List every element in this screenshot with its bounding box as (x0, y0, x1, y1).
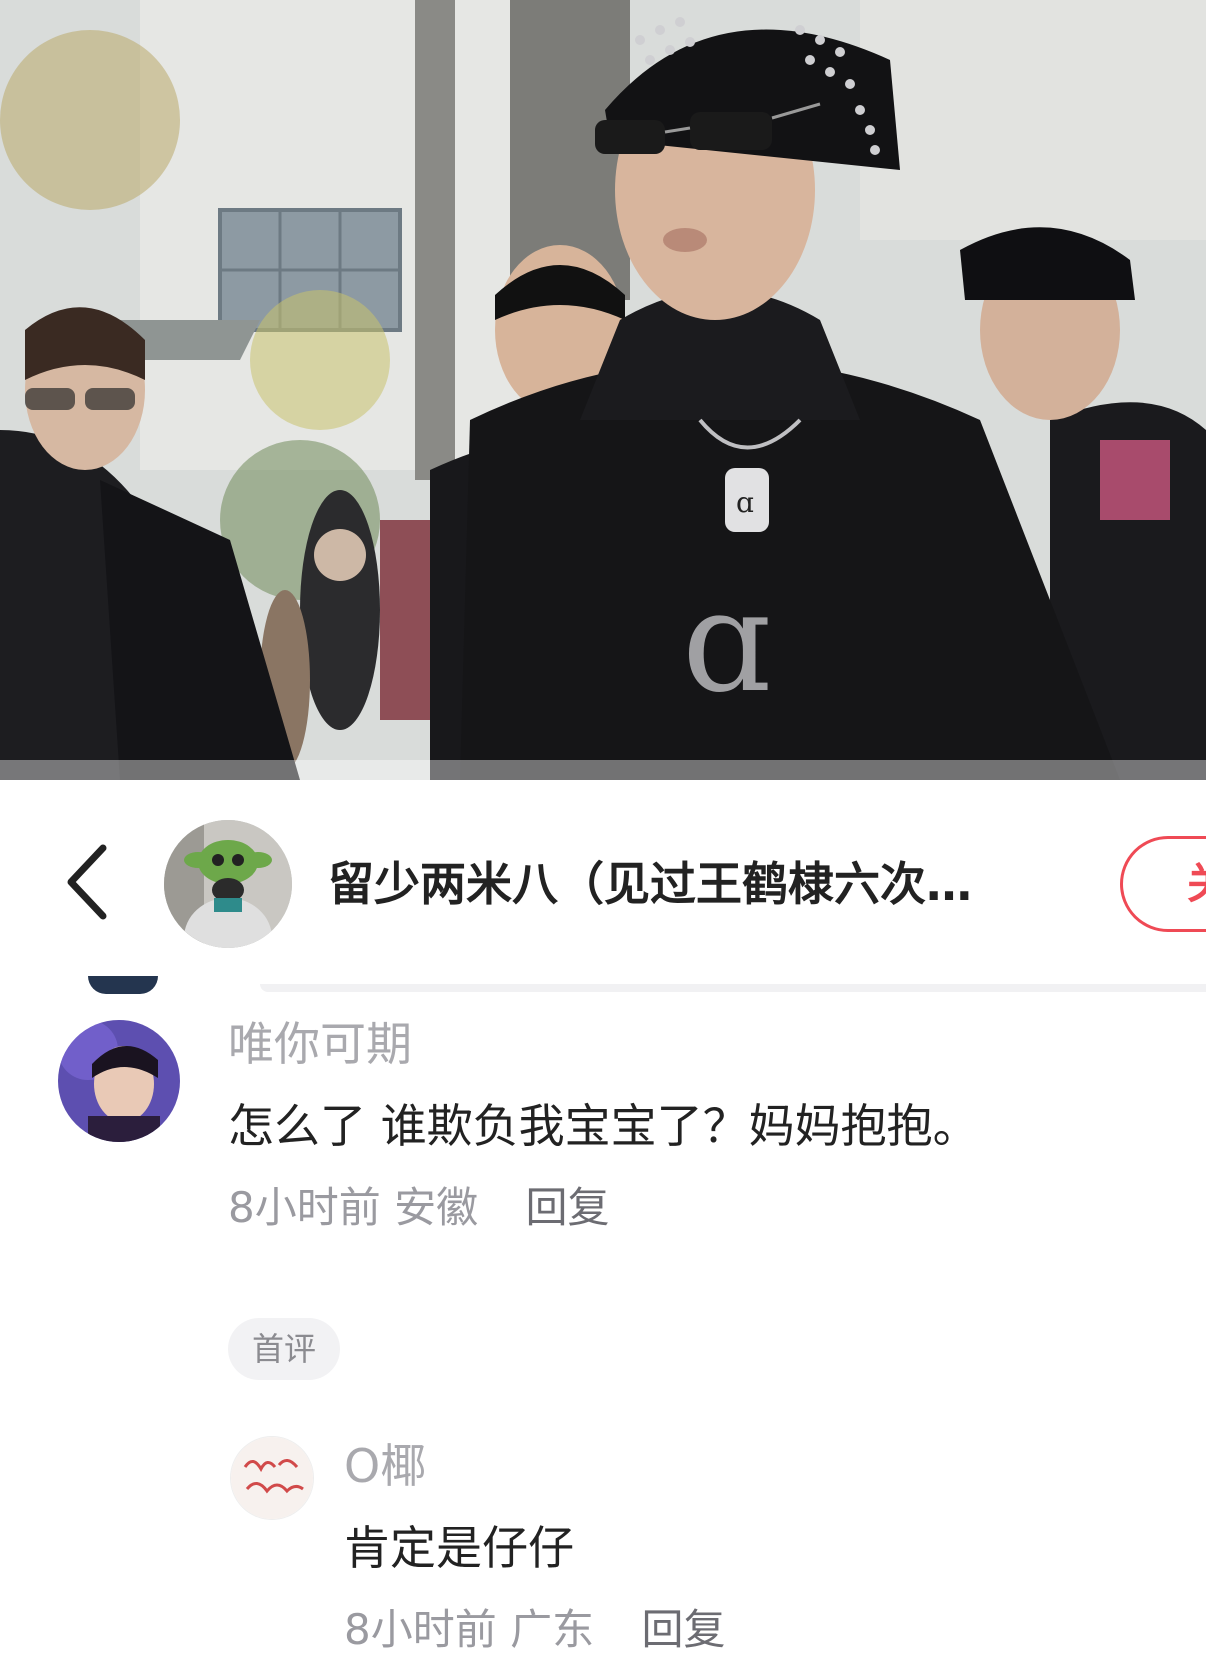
photo-scene: ɑ ɑ (0, 0, 1206, 780)
reply-text: 肯定是仔仔 (344, 1521, 574, 1575)
first-comment-badge: 首评 (228, 1318, 341, 1380)
previous-comment-avatar-edge (88, 976, 158, 994)
post-header: 留少两米八（见过王鹤棣六次… 关 (0, 780, 1206, 950)
reply-username[interactable]: O椰 (344, 1430, 426, 1496)
comment-text: 怎么了 谁欺负我宝宝了？妈妈抱抱。 (228, 1099, 979, 1153)
svg-text:ɑ: ɑ (682, 561, 772, 724)
follow-button[interactable]: 关 (1120, 836, 1206, 932)
comment-item: 唯你可期 怎么了 谁欺负我宝宝了？妈妈抱抱。 8小时前 安徽 回复 首评 (0, 1000, 1206, 1380)
post-photo[interactable]: ɑ ɑ (0, 0, 1206, 780)
comment-meta: 8小时前 安徽 回复 (228, 1174, 609, 1235)
author-avatar-image (164, 820, 292, 948)
comment-location: 安徽 (394, 1183, 479, 1232)
chevron-left-icon (67, 844, 107, 920)
author-name[interactable]: 留少两米八（见过王鹤棣六次… (328, 848, 1068, 920)
reply-button[interactable]: 回复 (641, 1605, 725, 1654)
reply-time: 8小时前 (344, 1605, 497, 1654)
reply-location: 广东 (510, 1605, 595, 1654)
commenter-avatar-image (58, 1020, 180, 1142)
previous-comment-edge (260, 984, 1206, 992)
reply-meta: 8小时前 广东 回复 (344, 1596, 725, 1657)
svg-text:ɑ: ɑ (736, 486, 754, 519)
replier-avatar[interactable] (230, 1436, 314, 1520)
back-button[interactable] (60, 842, 114, 922)
author-avatar[interactable] (164, 820, 292, 948)
screen: ɑ ɑ 留少两米八（见过王鹤棣六次… 唯你可期 怎么了 谁欺负我宝宝了？妈妈抱抱… (0, 0, 1206, 1667)
replier-avatar-image (231, 1437, 313, 1519)
comment-time: 8小时前 (228, 1183, 381, 1232)
comment-username[interactable]: 唯你可期 (228, 1008, 412, 1074)
reply-button[interactable]: 回复 (525, 1183, 609, 1232)
commenter-avatar[interactable] (58, 1020, 180, 1142)
reply-item: O椰 肯定是仔仔 8小时前 广东 回复 (0, 1416, 1206, 1656)
